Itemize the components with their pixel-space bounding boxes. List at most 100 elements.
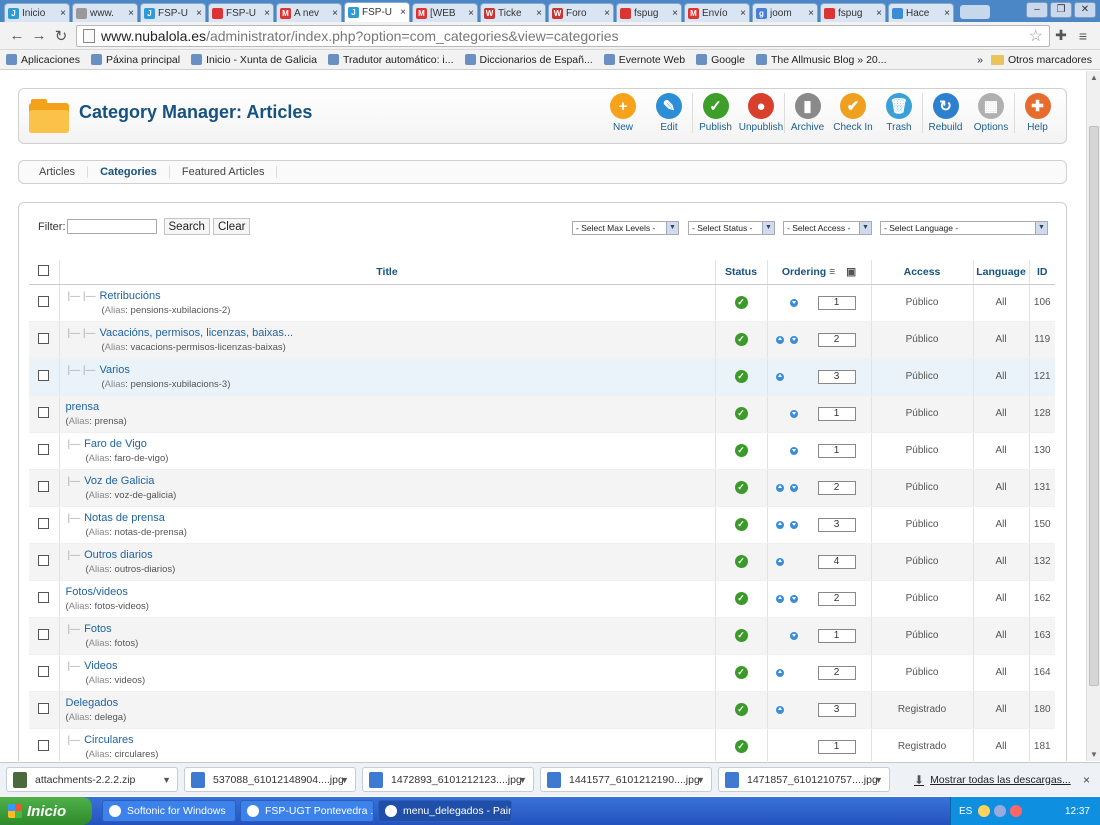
- id-header[interactable]: ID: [1029, 260, 1055, 285]
- taskbar-task[interactable]: FSP-UGT Pontevedra ...: [240, 800, 374, 822]
- order-input[interactable]: 2: [817, 480, 856, 495]
- published-check-icon[interactable]: ✓: [734, 555, 748, 568]
- submenu-categories[interactable]: Categories: [88, 166, 170, 178]
- order-input[interactable]: 3: [817, 517, 856, 532]
- published-check-icon[interactable]: ✓: [734, 592, 748, 605]
- show-all-downloads-link[interactable]: ⬇ Mostrar todas las descargas...: [914, 773, 1071, 787]
- browser-tab[interactable]: MA nev ×: [276, 3, 342, 22]
- status-header[interactable]: Status: [715, 260, 768, 285]
- tray-icon[interactable]: [978, 805, 991, 817]
- published-check-icon[interactable]: ✓: [734, 703, 748, 716]
- other-bookmarks[interactable]: Otros marcadores: [990, 54, 1092, 66]
- browser-tab[interactable]: J FSP-U ×: [344, 2, 410, 22]
- browser-tab[interactable]: W Foro ×: [548, 3, 614, 22]
- tab-close-icon[interactable]: ×: [740, 8, 746, 19]
- tab-close-icon[interactable]: ×: [128, 8, 134, 19]
- bookmark-item[interactable]: Páxina principal: [90, 54, 180, 66]
- title-header[interactable]: Title: [59, 260, 716, 285]
- check-in-button[interactable]: ✔ Check In: [830, 93, 876, 133]
- language-select[interactable]: - Select Language - ▼: [880, 221, 1048, 235]
- bookmark-item[interactable]: Inicio - Xunta de Galicia: [191, 54, 317, 66]
- row-checkbox[interactable]: [38, 517, 50, 529]
- publish-button[interactable]: ✓ Publish: [692, 93, 738, 133]
- taskbar-task[interactable]: menu_delegados - Paint: [378, 800, 512, 822]
- browser-tab[interactable]: J FSP-U ×: [140, 3, 206, 22]
- category-title-link[interactable]: Videos: [84, 660, 117, 672]
- submenu-articles[interactable]: Articles: [27, 166, 89, 178]
- move-up-icon[interactable]: [775, 520, 784, 529]
- move-up-icon[interactable]: [775, 594, 784, 603]
- scrollbar-thumb[interactable]: [1089, 126, 1099, 686]
- tab-close-icon[interactable]: ×: [876, 8, 882, 19]
- page-scrollbar[interactable]: ▲ ▼: [1086, 71, 1100, 761]
- bookmark-item[interactable]: Evernote Web: [603, 54, 685, 66]
- browser-tab[interactable]: M Envío ×: [684, 3, 750, 22]
- close-downloads-button[interactable]: ×: [1083, 773, 1090, 787]
- category-title-link[interactable]: prensa: [66, 401, 100, 413]
- order-input[interactable]: 1: [817, 739, 856, 754]
- move-down-icon[interactable]: [789, 594, 798, 603]
- download-item[interactable]: 1472893_6101212123....jpg ▼: [362, 767, 534, 792]
- category-title-link[interactable]: Voz de Galicia: [84, 475, 154, 487]
- download-item[interactable]: 1441577_6101212190....jpg ▼: [540, 767, 712, 792]
- download-item[interactable]: 537088_61012148904....jpg ▼: [184, 767, 356, 792]
- published-check-icon[interactable]: ✓: [734, 518, 748, 531]
- select-all-checkbox[interactable]: [38, 264, 50, 276]
- new-tab-button[interactable]: [960, 5, 990, 19]
- download-item[interactable]: 1471857_6101210757....jpg ▼: [718, 767, 890, 792]
- order-input[interactable]: 1: [817, 295, 856, 310]
- taskbar-task[interactable]: Softonic for Windows: [102, 800, 236, 822]
- move-up-icon[interactable]: [775, 705, 784, 714]
- forward-icon[interactable]: →: [28, 27, 50, 44]
- row-checkbox[interactable]: [38, 369, 50, 381]
- download-item[interactable]: attachments-2.2.2.zip ▼: [6, 767, 178, 792]
- category-title-link[interactable]: Faro de Vigo: [84, 438, 147, 450]
- filter-input[interactable]: [66, 219, 157, 234]
- category-title-link[interactable]: Retribucións: [99, 290, 160, 302]
- tray-icon[interactable]: [1010, 805, 1023, 817]
- chevron-down-icon[interactable]: ▼: [874, 775, 883, 785]
- bookmark-item[interactable]: The Allmusic Blog » 20...: [755, 54, 887, 66]
- search-button[interactable]: Search: [163, 218, 210, 235]
- move-up-icon[interactable]: [775, 483, 784, 492]
- tab-close-icon[interactable]: ×: [332, 8, 338, 19]
- browser-tab[interactable]: fspug ×: [616, 3, 682, 22]
- bookmark-item[interactable]: Diccionarios de Españ...: [464, 54, 593, 66]
- category-title-link[interactable]: Delegados: [66, 697, 119, 709]
- url-field[interactable]: www.nubalola.es /administrator/index.php…: [76, 24, 1050, 47]
- start-button[interactable]: Inicio: [0, 797, 92, 825]
- category-title-link[interactable]: Outros diarios: [84, 549, 152, 561]
- tab-close-icon[interactable]: ×: [672, 8, 678, 19]
- published-check-icon[interactable]: ✓: [734, 296, 748, 309]
- order-input[interactable]: 1: [817, 443, 856, 458]
- row-checkbox[interactable]: [38, 554, 50, 566]
- browser-tab[interactable]: M [WEB ×: [412, 3, 478, 22]
- category-title-link[interactable]: Notas de prensa: [84, 512, 165, 524]
- status-select[interactable]: - Select Status - ▼: [688, 221, 775, 235]
- bookmarks-more[interactable]: »: [977, 54, 983, 66]
- order-input[interactable]: 2: [817, 591, 856, 606]
- scroll-up-icon[interactable]: ▲: [1090, 73, 1098, 82]
- browser-tab[interactable]: www. ×: [72, 3, 138, 22]
- order-input[interactable]: 4: [817, 554, 856, 569]
- order-input[interactable]: 1: [817, 628, 856, 643]
- clear-button[interactable]: Clear: [212, 218, 251, 235]
- rebuild-button[interactable]: ↻ Rebuild: [922, 93, 968, 133]
- browser-tab[interactable]: g joom ×: [752, 3, 818, 22]
- row-checkbox[interactable]: [38, 332, 50, 344]
- row-checkbox[interactable]: [38, 406, 50, 418]
- access-select[interactable]: - Select Access - ▼: [783, 221, 872, 235]
- browser-tab[interactable]: W Ticke ×: [480, 3, 546, 22]
- help-button[interactable]: ✚ Help: [1014, 93, 1060, 133]
- chevron-down-icon[interactable]: ▼: [696, 775, 705, 785]
- tab-close-icon[interactable]: ×: [400, 7, 406, 18]
- bookmark-star-icon[interactable]: ☆: [1029, 26, 1043, 46]
- edit-button[interactable]: ✎ Edit: [646, 93, 692, 133]
- published-check-icon[interactable]: ✓: [734, 333, 748, 346]
- published-check-icon[interactable]: ✓: [734, 666, 748, 679]
- tab-close-icon[interactable]: ×: [944, 8, 950, 19]
- move-down-icon[interactable]: [789, 483, 798, 492]
- tab-close-icon[interactable]: ×: [196, 8, 202, 19]
- chevron-down-icon[interactable]: ▼: [162, 775, 171, 785]
- order-input[interactable]: 2: [817, 332, 856, 347]
